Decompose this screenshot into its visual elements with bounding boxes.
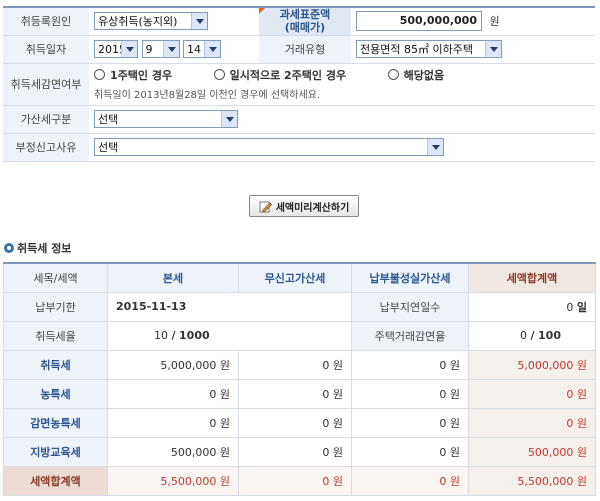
header-tax-item: 세목/세액 bbox=[3, 262, 108, 293]
table-row: 지방교육세 500,000 원 0 원 0 원 500,000 원 bbox=[3, 436, 596, 467]
year-select[interactable]: 2015 bbox=[94, 40, 138, 58]
surcharge-label: 가산세구분 bbox=[3, 105, 89, 134]
total-row: 세액합계액 5,500,000 원 0 원 0 원 5,500,000 원 bbox=[3, 465, 596, 496]
chevron-down-icon bbox=[204, 41, 220, 57]
chevron-down-icon bbox=[221, 111, 237, 127]
section-title: 취득세 정보 bbox=[4, 240, 71, 256]
trade-type-select[interactable]: 전용면적 85㎡ 이하주택 bbox=[356, 40, 502, 58]
tax-base-label: 과세표준액 (매매가) bbox=[259, 6, 351, 36]
tax-input-form: 취등록원인 유상취득(농지외) 과세표준액 (매매가) 500,000,000 … bbox=[3, 6, 595, 162]
table-row: 농특세 0 원 0 원 0 원 0 원 bbox=[3, 378, 596, 409]
tax-rate-value: 10 / 1000 bbox=[107, 320, 352, 351]
date-label: 취득일자 bbox=[3, 35, 89, 64]
reduction-option-3[interactable]: 해당없음 bbox=[387, 69, 444, 82]
house-reduction-label: 주택거래감면율 bbox=[351, 320, 469, 351]
calculate-button[interactable]: 세액미리계산하기 bbox=[249, 195, 359, 217]
chevron-down-icon bbox=[162, 41, 179, 57]
tax-rate-label: 취득세율 bbox=[3, 320, 108, 351]
reason-label: 취등록원인 bbox=[3, 6, 89, 36]
chevron-down-icon bbox=[121, 41, 137, 57]
chevron-down-icon bbox=[485, 41, 501, 57]
header-total-amount: 세액합계액 bbox=[468, 262, 596, 293]
improper-label: 부정신고사유 bbox=[3, 133, 89, 162]
table-row: 취득세 5,000,000 원 0 원 0 원 5,000,000 원 bbox=[3, 349, 596, 380]
reduction-option-2[interactable]: 일시적으로 2주택인 경우 bbox=[213, 69, 350, 82]
header-late-payment-penalty: 납부불성실가산세 bbox=[351, 262, 469, 293]
trade-type-label: 거래유형 bbox=[259, 35, 351, 64]
delay-days-label: 납부지연일수 bbox=[351, 291, 469, 322]
reduction-label: 취득세감면여부 bbox=[3, 63, 89, 106]
surcharge-select[interactable]: 선택 bbox=[94, 110, 238, 128]
radio-icon bbox=[387, 69, 399, 80]
due-date-value: 2015-11-13 bbox=[107, 291, 352, 322]
pencil-icon bbox=[259, 201, 272, 213]
tax-base-input[interactable]: 500,000,000 bbox=[356, 11, 482, 32]
chevron-down-icon bbox=[191, 13, 207, 30]
house-reduction-value: 0 / 100 bbox=[468, 320, 596, 351]
delay-days-value: 0 일 bbox=[468, 291, 596, 322]
tax-result-table: 세목/세액 본세 무신고가산세 납부불성실가산세 세액합계액 납부기한 2015… bbox=[3, 262, 596, 496]
table-row: 감면농특세 0 원 0 원 0 원 0 원 bbox=[3, 407, 596, 438]
header-main-tax: 본세 bbox=[107, 262, 239, 293]
corner-marker-icon bbox=[259, 8, 265, 14]
month-select[interactable]: 9 bbox=[141, 40, 180, 58]
header-no-report-penalty: 무신고가산세 bbox=[238, 262, 352, 293]
tax-base-unit: 원 bbox=[489, 15, 500, 29]
day-select[interactable]: 14 bbox=[183, 40, 221, 58]
radio-icon bbox=[213, 69, 225, 80]
reduction-option-1[interactable]: 1주택인 경우 bbox=[94, 69, 176, 82]
reason-select[interactable]: 유상취득(농지외) bbox=[94, 12, 208, 31]
due-date-label: 납부기한 bbox=[3, 291, 108, 322]
bullet-icon bbox=[4, 243, 14, 253]
reduction-note: 취득일이 2013년8월28일 이전인 경우에 선택하세요. bbox=[94, 90, 321, 101]
improper-select[interactable]: 선택 bbox=[94, 138, 444, 156]
chevron-down-icon bbox=[427, 139, 443, 155]
radio-icon bbox=[94, 69, 105, 80]
